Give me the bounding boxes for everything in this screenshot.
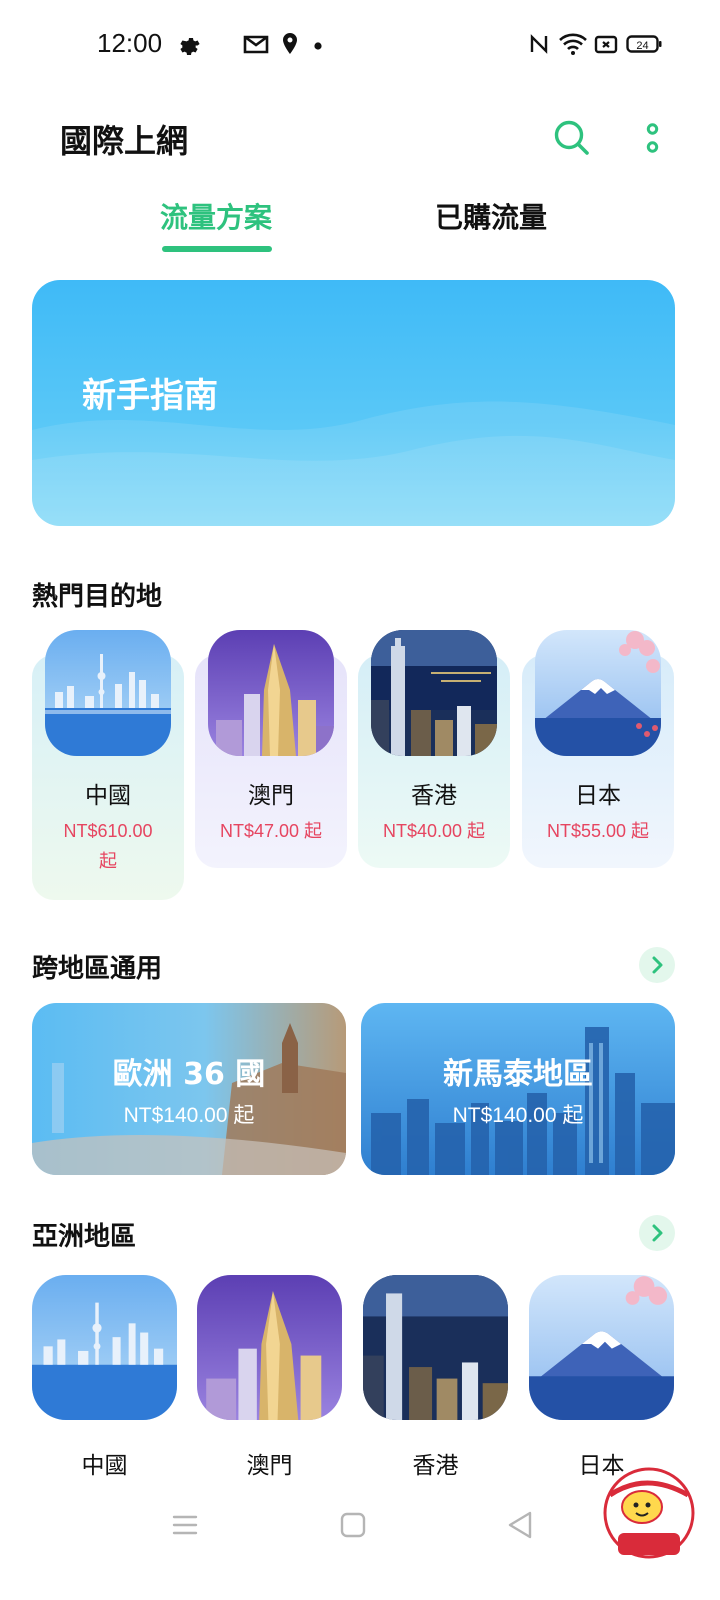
destination-photo-hongkong xyxy=(371,630,497,756)
wifi-icon xyxy=(559,33,587,55)
beginner-guide-banner[interactable]: 新手指南 xyxy=(32,280,675,526)
tab-purchased-data[interactable]: 已購流量 xyxy=(405,196,577,236)
destination-photo-macau xyxy=(208,630,334,756)
eprice-watermark-logo xyxy=(603,1467,695,1559)
chevron-right-icon xyxy=(652,956,663,974)
mount-fuji-image xyxy=(529,1275,674,1420)
region-card-sg-my-th[interactable]: 新馬泰地區 NT$140.00 起 xyxy=(361,1003,675,1175)
region-name: 歐洲 36 國 xyxy=(112,1057,266,1092)
gear-icon xyxy=(180,38,200,55)
section-title-asia: 亞洲地區 xyxy=(32,1222,137,1252)
banner-title: 新手指南 xyxy=(82,376,218,416)
destination-price-line: 起 xyxy=(99,851,117,871)
asia-item-name: 香港 xyxy=(412,1453,459,1479)
destination-name: 澳門 xyxy=(248,783,294,809)
destination-photo-japan xyxy=(535,630,661,756)
asia-item-china[interactable] xyxy=(32,1275,177,1420)
status-bar: 12:00 24 xyxy=(0,0,720,88)
destination-name: 中國 xyxy=(85,783,131,809)
destination-price: NT$610.00 起 xyxy=(32,816,184,876)
more-vertical-icon xyxy=(646,123,659,153)
section-title-cross-region: 跨地區通用 xyxy=(32,954,163,984)
asia-item-macau[interactable] xyxy=(197,1275,342,1420)
sim-icon xyxy=(594,35,618,54)
region-name: 新馬泰地區 xyxy=(443,1057,593,1092)
cross-region-more-button[interactable] xyxy=(639,947,675,983)
destination-name: 香港 xyxy=(411,783,457,809)
destination-price: NT$47.00 起 xyxy=(219,821,323,841)
macau-tower-image xyxy=(208,630,334,756)
gmail-icon xyxy=(243,35,269,54)
nfc-icon xyxy=(530,34,548,54)
shanghai-skyline-image xyxy=(32,1275,177,1420)
mount-fuji-image xyxy=(535,630,661,756)
shanghai-skyline-image xyxy=(45,630,171,756)
location-icon xyxy=(283,33,297,54)
tab-indicator xyxy=(162,246,272,252)
asia-item-name: 澳門 xyxy=(246,1453,293,1479)
region-card-europe[interactable]: 歐洲 36 國 NT$140.00 起 xyxy=(32,1003,346,1175)
region-price: NT$140.00 起 xyxy=(452,1104,584,1127)
macau-tower-image xyxy=(197,1275,342,1420)
asia-item-name: 中國 xyxy=(81,1453,128,1479)
asia-more-button[interactable] xyxy=(639,1215,675,1251)
asia-item-japan[interactable] xyxy=(529,1275,674,1420)
destination-photo-china xyxy=(45,630,171,756)
menu-icon[interactable] xyxy=(170,1508,200,1542)
search-icon xyxy=(554,120,589,155)
tab-data-plans[interactable]: 流量方案 xyxy=(130,196,302,236)
chevron-right-icon xyxy=(652,1224,663,1242)
battery-level: 24 xyxy=(636,40,648,52)
hongkong-night-image xyxy=(371,630,497,756)
destination-name: 日本 xyxy=(575,783,621,809)
hongkong-night-image xyxy=(363,1275,508,1420)
destination-price: NT$55.00 起 xyxy=(546,821,650,841)
home-icon[interactable] xyxy=(338,1508,368,1542)
status-time: 12:00 xyxy=(97,28,163,58)
battery-icon: 24 xyxy=(626,35,662,53)
region-price: NT$140.00 起 xyxy=(123,1104,255,1127)
back-icon[interactable] xyxy=(504,1508,534,1542)
more-options-button[interactable] xyxy=(634,116,674,160)
destination-price-line: NT$610.00 xyxy=(63,821,153,841)
asia-item-hongkong[interactable] xyxy=(363,1275,508,1420)
search-button[interactable] xyxy=(550,116,594,160)
destination-price: NT$40.00 起 xyxy=(382,821,486,841)
page-title: 國際上網 xyxy=(60,122,189,160)
section-title-hot-destinations: 熱門目的地 xyxy=(32,582,163,612)
dot-icon xyxy=(314,42,322,50)
